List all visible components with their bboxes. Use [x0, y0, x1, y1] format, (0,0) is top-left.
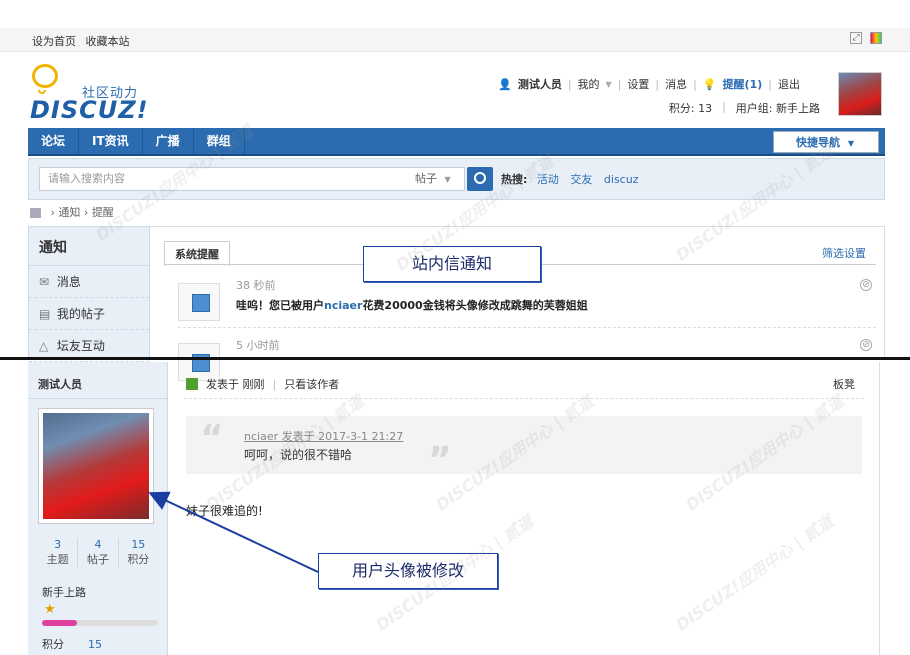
chevron-down-icon: ▼ — [847, 139, 854, 148]
author-score: 积分 15 — [42, 638, 102, 651]
notification-user-link[interactable]: nciaer — [324, 299, 362, 312]
quote-block: “ nciaer 发表于 2017-3-1 21:27 呵呵，说的很不错哈 ” — [186, 416, 862, 481]
author-only-link[interactable]: 只看该作者 — [284, 376, 339, 392]
messages-link[interactable]: 消息 — [665, 76, 687, 92]
breadcrumb-notice[interactable]: 通知 — [58, 206, 80, 219]
chevron-down-icon: ▼ — [444, 175, 451, 184]
stat-points[interactable]: 15 积分 — [119, 538, 158, 567]
post-author-name[interactable]: 测试人员 — [38, 376, 82, 392]
notification-time: 38 秒前 — [236, 279, 276, 292]
quick-nav-button[interactable]: 快捷导航 ▼ — [773, 131, 879, 153]
hot-search: 热搜: 活动 交友 discuz — [501, 171, 646, 187]
author-stats: 3 主题 4 帖子 15 积分 — [38, 538, 158, 567]
site-logo[interactable]: 社区动力 DISCUZ! — [28, 62, 188, 124]
filter-settings-link[interactable]: 筛选设置 — [822, 245, 866, 261]
user-bar: 👤 测试人员 | 我的 ▼ | 设置 | 消息 | 💡 提醒(1) | 退出 — [498, 76, 800, 92]
post-meta: 发表于 刚刚 | 只看该作者 — [186, 376, 339, 392]
author-group[interactable]: 新手上路 — [42, 584, 86, 600]
star-icon: ★ — [44, 602, 56, 617]
document-icon: ▤ — [39, 307, 51, 321]
logo-bulb-icon — [32, 64, 58, 88]
post-author-sidebar: 测试人员 3 主题 4 帖子 15 积分 新手上路 ★ 积分 15 — [28, 362, 168, 655]
my-menu[interactable]: 我的 — [578, 76, 600, 92]
logout-link[interactable]: 退出 — [778, 76, 800, 92]
hot-term-friends[interactable]: 交友 — [570, 173, 592, 186]
delete-icon[interactable]: ⊘ — [860, 279, 872, 291]
top-utility-bar: 设为首页 收藏本站 ⤢ — [0, 28, 910, 52]
color-scheme-icon[interactable] — [870, 32, 882, 44]
breadcrumb-remind: 提醒 — [91, 206, 114, 219]
top-links: 设为首页 收藏本站 — [32, 33, 136, 49]
main-nav: 论坛 IT资讯 广播 群组 快捷导航 ▼ — [28, 128, 885, 156]
bulb-icon: 💡 — [702, 77, 717, 91]
post-author-avatar[interactable] — [38, 408, 154, 524]
callout-inbox-notice: 站内信通知 — [363, 246, 541, 282]
search-input[interactable]: 请输入搜索内容 — [39, 167, 433, 191]
quote-text: 呵呵，说的很不错哈 — [244, 448, 353, 462]
notification-icon — [178, 283, 220, 321]
search-bar: 请输入搜索内容 帖子 ▼ 热搜: 活动 交友 discuz — [28, 158, 885, 200]
user-bar-secondary: 积分: 13 | 用户组: 新手上路 — [668, 100, 820, 116]
fullscreen-icon[interactable]: ⤢ — [850, 32, 862, 44]
notification-text: 哇呜！您已被用户nciaer花费20000金钱将头像修改成跳舞的芙蓉姐姐 — [236, 299, 588, 312]
quote-close-icon: ” — [428, 440, 452, 481]
search-type-select[interactable]: 帖子 ▼ — [407, 167, 465, 191]
home-icon[interactable] — [30, 208, 41, 218]
user-icon: 👤 — [498, 77, 512, 91]
recycle-icon: △ — [39, 339, 49, 353]
bookmark-link[interactable]: 收藏本站 — [86, 35, 130, 48]
quote-open-icon: “ — [200, 418, 224, 459]
quote-author-link[interactable]: nciaer 发表于 2017-3-1 21:27 — [244, 428, 403, 444]
stat-threads[interactable]: 3 主题 — [38, 538, 79, 567]
stat-posts[interactable]: 4 帖子 — [78, 538, 119, 567]
tab-system-remind[interactable]: 系统提醒 — [164, 241, 230, 266]
post-time: 发表于 刚刚 — [206, 378, 265, 391]
post-floor[interactable]: 板凳 — [833, 376, 855, 392]
hot-search-label: 热搜: — [501, 173, 528, 186]
nav-item-forum[interactable]: 论坛 — [28, 128, 80, 154]
nav-item-groups[interactable]: 群组 — [194, 128, 245, 154]
online-status-icon — [186, 378, 198, 390]
delete-icon[interactable]: ⊘ — [860, 339, 872, 351]
top-right-icons: ⤢ — [850, 32, 882, 44]
envelope-icon: ✉ — [39, 275, 50, 289]
post-body: 妹子很难追的! — [186, 504, 263, 518]
hot-term-activity[interactable]: 活动 — [537, 173, 559, 186]
sidebar-item-my-posts[interactable]: ▤ 我的帖子 — [29, 298, 149, 330]
settings-link[interactable]: 设置 — [627, 76, 649, 92]
username-link[interactable]: 测试人员 — [518, 76, 562, 92]
points-dropdown[interactable]: 积分: 13 — [669, 100, 712, 116]
group-dropdown[interactable]: 用户组: 新手上路 — [736, 100, 820, 116]
sidebar-item-messages[interactable]: ✉ 消息 — [29, 266, 149, 298]
chevron-down-icon: ▼ — [605, 79, 612, 89]
header-avatar[interactable] — [838, 72, 882, 116]
notification-time: 5 小时前 — [236, 339, 280, 352]
notice-sidebar-title: 通知 — [29, 227, 149, 266]
callout-avatar-changed: 用户头像被修改 — [318, 553, 498, 589]
remind-link[interactable]: 提醒(1) — [723, 76, 763, 92]
level-progress-bar — [42, 620, 158, 626]
screenshot-divider — [0, 357, 910, 360]
set-home-link[interactable]: 设为首页 — [32, 35, 76, 48]
breadcrumb: › 通知 › 提醒 — [30, 204, 114, 220]
notice-sidebar: 通知 ✉ 消息 ▤ 我的帖子 △ 坛友互动 — [28, 226, 150, 362]
hot-term-discuz[interactable]: discuz — [604, 173, 639, 186]
nav-item-it-news[interactable]: IT资讯 — [79, 128, 143, 154]
post-content: 发表于 刚刚 | 只看该作者 板凳 “ nciaer 发表于 2017-3-1 … — [168, 362, 880, 655]
search-icon[interactable] — [467, 167, 493, 191]
nav-item-broadcast[interactable]: 广播 — [143, 128, 194, 154]
logo-wordmark: DISCUZ! — [30, 96, 149, 124]
